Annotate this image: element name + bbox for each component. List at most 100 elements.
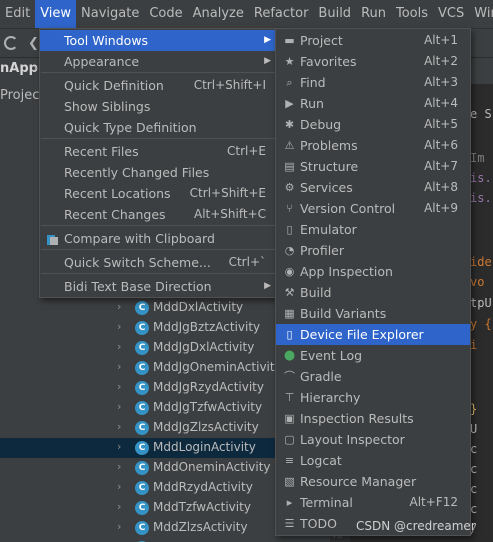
chevron-right-icon[interactable]: › — [117, 380, 121, 393]
menu-item-quick-definition[interactable]: Quick Definition Ctrl+Shift+I — [40, 75, 276, 96]
project-panel-label[interactable]: Project — [0, 88, 44, 103]
menu-vcs[interactable]: VCS — [433, 0, 469, 28]
class-icon: C — [135, 441, 149, 455]
bug-icon: ✱ — [284, 118, 295, 131]
menu-item-bidi-text-base-direction[interactable]: Bidi Text Base Direction ▶ — [40, 276, 276, 297]
menu-separator — [41, 225, 275, 226]
menu-navigate[interactable]: Navigate — [76, 0, 144, 28]
menu-code[interactable]: Code — [144, 0, 187, 28]
tool-window-favorites[interactable]: ★ Favorites Alt+2 — [276, 51, 470, 72]
code-fragment: } — [470, 402, 478, 416]
build-variants-icon: ▦ — [284, 307, 295, 320]
menu-item-label: Recent Changes — [64, 207, 166, 222]
menu-item-recent-locations[interactable]: Recent Locations Ctrl+Shift+E — [40, 183, 276, 204]
menu-view[interactable]: View — [35, 0, 77, 28]
phone-icon: ▯ — [286, 328, 293, 341]
tool-window-build-variants[interactable]: ▦ Build Variants — [276, 303, 470, 324]
chevron-right-icon[interactable]: › — [117, 440, 121, 453]
chevron-right-icon[interactable]: › — [117, 300, 121, 313]
tool-window-label: Event Log — [300, 348, 363, 363]
menu-item-recent-files[interactable]: Recent Files Ctrl+E — [40, 141, 276, 162]
tool-window-shortcut: Alt+F12 — [409, 495, 458, 509]
menu-edit[interactable]: Edit — [0, 0, 35, 28]
menu-item-label: Tool Windows — [64, 33, 149, 48]
tree-row-label: MddJgTzfwActivity — [153, 400, 263, 414]
tree-row-label: MddTzfwActivity — [153, 500, 251, 514]
editor-tab-bar — [470, 58, 493, 84]
tool-window-version-control[interactable]: ⑂ Version Control Alt+9 — [276, 198, 470, 219]
menu-item-quick-switch-scheme[interactable]: Quick Switch Scheme... Ctrl+` — [40, 252, 276, 273]
chevron-right-icon[interactable]: › — [117, 500, 121, 513]
tree-row[interactable]: ›CMFaceManager — [0, 538, 340, 542]
menu-item-label: Show Siblings — [64, 99, 151, 114]
code-fragment: Im — [470, 151, 485, 165]
tree-row-label: MddJgZlzsActivity — [153, 420, 259, 434]
tool-window-app-inspection[interactable]: ◉ App Inspection — [276, 261, 470, 282]
menu-window[interactable]: Wind — [469, 0, 493, 28]
class-icon: C — [135, 361, 149, 375]
class-icon: C — [135, 421, 149, 435]
chevron-right-icon[interactable]: › — [117, 420, 121, 433]
menu-item-tool-windows[interactable]: Tool Windows ▶ — [40, 30, 276, 51]
profiler-icon: ◔ — [284, 244, 295, 257]
menu-item-recent-changes[interactable]: Recent Changes Alt+Shift+C — [40, 204, 276, 225]
clipboard-compare-icon — [46, 232, 59, 245]
tool-window-project[interactable]: ▬ Project Alt+1 — [276, 30, 470, 51]
menu-run[interactable]: Run — [356, 0, 391, 28]
inspection-results-icon: ▣ — [284, 412, 295, 425]
tool-window-resource-manager[interactable]: ▧ Resource Manager — [276, 471, 470, 492]
chevron-right-icon[interactable]: › — [117, 520, 121, 533]
tool-window-run[interactable]: ▶ Run Alt+4 — [276, 93, 470, 114]
folder-icon: ▬ — [284, 34, 295, 47]
menu-item-recently-changed-files[interactable]: Recently Changed Files — [40, 162, 276, 183]
menu-refactor[interactable]: Refactor — [249, 0, 314, 28]
menu-tools[interactable]: Tools — [391, 0, 433, 28]
tool-window-find[interactable]: ⌕ Find Alt+3 — [276, 72, 470, 93]
class-icon: C — [135, 481, 149, 495]
chevron-right-icon[interactable]: › — [117, 460, 121, 473]
menu-item-show-siblings[interactable]: Show Siblings — [40, 96, 276, 117]
tool-window-gradle[interactable]: ⌒ Gradle — [276, 366, 470, 387]
code-fragment: vo — [470, 275, 485, 289]
star-icon: ★ — [284, 55, 295, 68]
tool-window-terminal[interactable]: ▸ Terminal Alt+F12 — [276, 492, 470, 513]
chevron-right-icon[interactable]: › — [117, 360, 121, 373]
menu-item-shortcut: Ctrl+E — [227, 144, 266, 158]
menu-item-quick-type-definition[interactable]: Quick Type Definition — [40, 117, 276, 138]
class-icon: C — [135, 401, 149, 415]
tool-window-services[interactable]: ⚙ Services Alt+8 — [276, 177, 470, 198]
menu-item-compare-with-clipboard[interactable]: Compare with Clipboard — [40, 228, 276, 249]
menu-analyze[interactable]: Analyze — [188, 0, 249, 28]
tool-window-label: TODO — [300, 516, 337, 531]
tool-window-logcat[interactable]: ≡ Logcat — [276, 450, 470, 471]
tool-window-event-log[interactable]: ● Event Log — [276, 345, 470, 366]
menu-build[interactable]: Build — [313, 0, 356, 28]
class-icon: C — [135, 521, 149, 535]
tool-window-label: Services — [300, 180, 353, 195]
tool-window-profiler[interactable]: ◔ Profiler — [276, 240, 470, 261]
chevron-right-icon[interactable]: › — [117, 340, 121, 353]
tool-window-device-file-explorer[interactable]: ▯ Device File Explorer — [276, 324, 470, 345]
tool-window-problems[interactable]: ⚠ Problems Alt+6 — [276, 135, 470, 156]
tool-window-label: Version Control — [300, 201, 396, 216]
tool-window-label: Profiler — [300, 243, 345, 258]
class-icon: C — [135, 501, 149, 515]
tool-window-emulator[interactable]: ▯ Emulator — [276, 219, 470, 240]
tool-window-structure[interactable]: ▤ Structure Alt+7 — [276, 156, 470, 177]
chevron-right-icon[interactable]: › — [117, 400, 121, 413]
code-fragment: c — [470, 482, 478, 496]
menu-item-appearance[interactable]: Appearance ▶ — [40, 51, 276, 72]
tool-window-layout-inspector[interactable]: ▢ Layout Inspector — [276, 429, 470, 450]
tool-window-build[interactable]: ⚒ Build — [276, 282, 470, 303]
chevron-right-icon[interactable]: › — [117, 320, 121, 333]
submenu-arrow-icon: ▶ — [264, 281, 271, 291]
tool-window-hierarchy[interactable]: ⊤ Hierarchy — [276, 387, 470, 408]
tool-window-shortcut: Alt+2 — [424, 54, 458, 68]
tree-row-label: MddJgDxlActivity — [153, 340, 255, 354]
tool-window-inspection-results[interactable]: ▣ Inspection Results — [276, 408, 470, 429]
chevron-right-icon[interactable]: › — [117, 480, 121, 493]
tool-window-debug[interactable]: ✱ Debug Alt+5 — [276, 114, 470, 135]
sync-icon[interactable] — [4, 36, 18, 50]
event-log-icon: ● — [283, 348, 296, 363]
tree-row-label: MddRzydActivity — [153, 480, 253, 494]
